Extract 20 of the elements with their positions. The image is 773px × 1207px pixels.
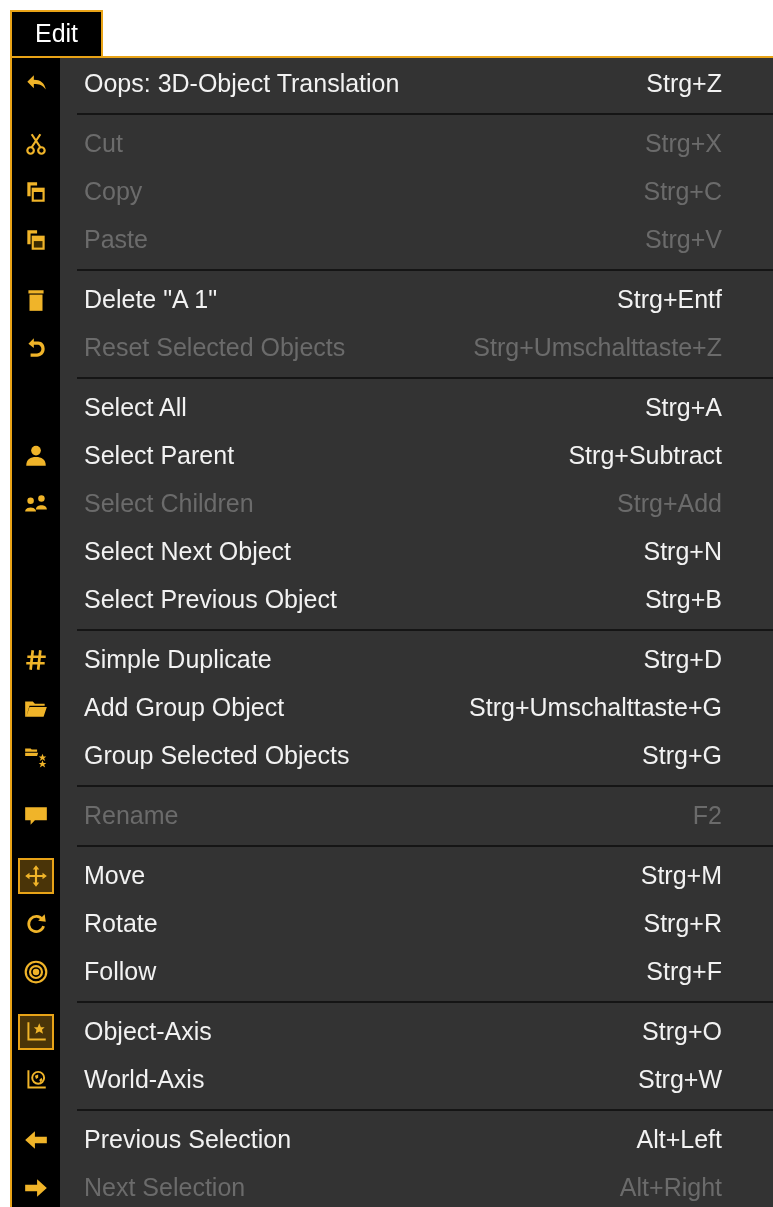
menu-item[interactable]: Simple Duplicate Strg+D: [12, 636, 773, 684]
hash-icon: [23, 647, 49, 673]
menu-item[interactable]: Previous Selection Alt+Left: [12, 1116, 773, 1164]
menu-item[interactable]: Select Parent Strg+Subtract: [12, 432, 773, 480]
scissors-icon: [23, 131, 49, 157]
menu-item[interactable]: Delete "A 1" Strg+Entf: [12, 276, 773, 324]
menu-item[interactable]: Select Next Object Strg+N: [12, 528, 773, 576]
menu-item[interactable]: Object-Axis Strg+O: [12, 1008, 773, 1056]
menu-item[interactable]: World-Axis Strg+W: [12, 1056, 773, 1104]
menu-item[interactable]: Oops: 3D-Object Translation Strg+Z: [12, 60, 773, 108]
menu-item[interactable]: Group Selected Objects Strg+G: [12, 732, 773, 780]
menu-bar-tab[interactable]: Edit: [10, 10, 103, 56]
menu-item[interactable]: Rotate Strg+R: [12, 900, 773, 948]
menu-item[interactable]: Move Strg+M: [12, 852, 773, 900]
menu-item[interactable]: Select All Strg+A: [12, 384, 773, 432]
menu-item[interactable]: Follow Strg+F: [12, 948, 773, 996]
person-icon: [23, 443, 49, 469]
target-icon: [23, 959, 49, 985]
menu-item[interactable]: Add Group Object Strg+Umschalttaste+G: [12, 684, 773, 732]
menu-item[interactable]: Select Previous Object Strg+B: [12, 576, 773, 624]
